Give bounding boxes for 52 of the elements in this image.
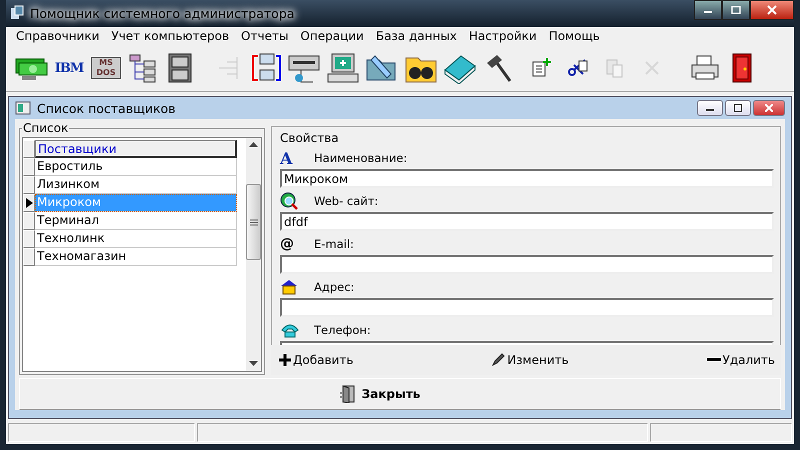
action-button[interactable]: Добавить <box>279 353 354 368</box>
current-row-icon <box>26 198 32 208</box>
input-field[interactable]: dfdf <box>280 212 774 232</box>
maximize-icon <box>734 104 742 112</box>
field-label: Адрес: <box>314 280 354 294</box>
table-cell[interactable]: Техномагазин <box>35 248 237 266</box>
maximize-button[interactable] <box>725 100 751 116</box>
menu-item[interactable]: Отчеты <box>235 29 294 44</box>
scroll-down-icon[interactable] <box>249 361 258 368</box>
menu-item[interactable]: Настройки <box>462 29 543 44</box>
menu-item[interactable]: Помощь <box>542 29 606 44</box>
plus-icon <box>279 354 291 366</box>
action-button[interactable]: Изменить <box>491 353 569 368</box>
minus-icon <box>706 358 720 362</box>
menu-item[interactable]: Операции <box>294 29 370 44</box>
table-cell[interactable]: Технолинк <box>35 230 237 248</box>
window-title: Помощник системного администратора <box>30 6 294 21</box>
panel-label: Свойства <box>280 131 340 146</box>
table-cell[interactable]: Евростиль <box>35 158 237 176</box>
minimize-button[interactable] <box>697 100 723 116</box>
maximize-button[interactable] <box>722 0 750 20</box>
menu-item[interactable]: Учет компьютеров <box>105 29 236 44</box>
maximize-icon <box>731 6 741 14</box>
field-label: Web- сайт: <box>314 194 378 208</box>
child-window-title: Список поставщиков <box>37 100 176 116</box>
minimize-button[interactable] <box>694 0 722 20</box>
close-icon <box>767 5 777 15</box>
scroll-up-icon[interactable] <box>249 142 258 148</box>
field-label: Наименование: <box>314 151 408 166</box>
at-icon: @ <box>280 236 302 252</box>
pencil-icon <box>491 353 506 368</box>
input-field[interactable]: Микроком <box>280 169 774 188</box>
group-label: Список <box>22 121 70 136</box>
form-icon <box>15 101 31 116</box>
table-cell[interactable]: Терминал <box>35 212 237 230</box>
ibm-logo-button[interactable]: IBM <box>53 48 85 88</box>
grip-icon <box>250 218 258 226</box>
input-field[interactable] <box>280 255 774 274</box>
close-button[interactable] <box>750 0 794 20</box>
input-field[interactable] <box>280 298 774 318</box>
scrollbar[interactable] <box>246 138 261 372</box>
door-icon <box>340 385 356 404</box>
close-form-button[interactable]: Закрыть <box>334 384 426 404</box>
menu-item[interactable]: База данных <box>370 29 463 44</box>
field-label: E-mail: <box>314 237 354 252</box>
letter-icon: A <box>280 148 302 168</box>
column-header[interactable]: Поставщики <box>35 140 237 158</box>
field-label: Телефон: <box>314 323 371 338</box>
app-icon <box>10 5 24 22</box>
close-icon <box>765 104 773 112</box>
action-button[interactable]: Удалить <box>706 353 775 368</box>
menu-item[interactable]: Справочники <box>10 29 106 44</box>
